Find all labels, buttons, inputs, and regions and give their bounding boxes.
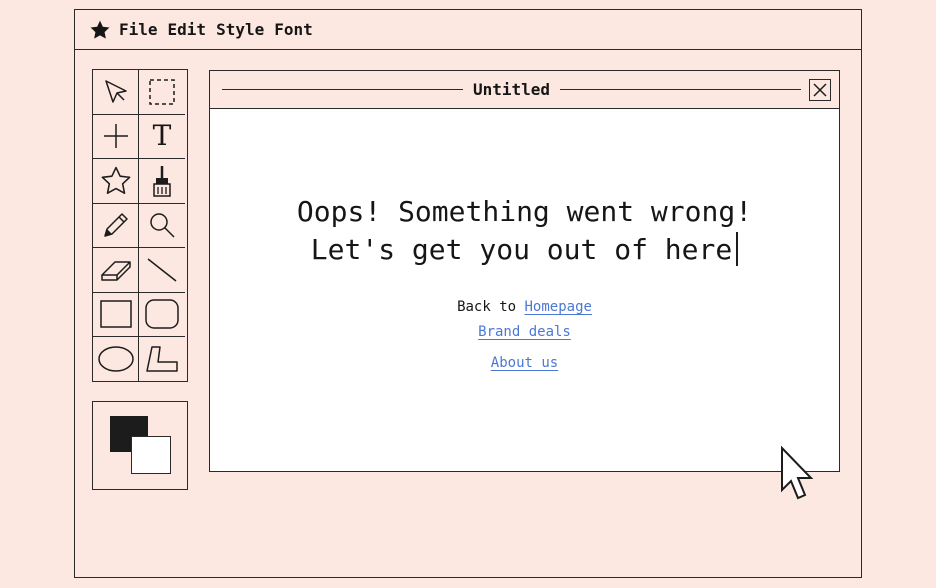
brand-deals-link[interactable]: Brand deals (478, 324, 571, 340)
text-caret (736, 232, 739, 266)
headline-text-1: Oops! Something went wrong! (296, 195, 753, 228)
menu-style[interactable]: Style (216, 20, 264, 39)
menu-font[interactable]: Font (274, 20, 313, 39)
ellipse-icon[interactable] (93, 337, 139, 382)
background-color-swatch[interactable] (131, 436, 171, 474)
color-swatches (92, 401, 188, 490)
brand-deals-line: Brand deals (210, 324, 839, 340)
eraser-icon[interactable] (93, 248, 139, 293)
marquee-select-icon[interactable] (139, 70, 185, 115)
toolbox: T (92, 69, 188, 382)
error-headline-line-2: Let's get you out of here (210, 231, 839, 269)
close-button[interactable] (809, 78, 831, 101)
document-window: Untitled Oops! Something went wrong! Let… (209, 70, 840, 472)
star-shape-icon[interactable] (93, 159, 139, 204)
close-icon (813, 82, 827, 97)
about-us-link[interactable]: About us (491, 355, 558, 371)
text-tool-glyph: T (152, 119, 172, 153)
select-arrow-icon[interactable] (93, 70, 139, 115)
menu-edit[interactable]: Edit (168, 20, 207, 39)
polygon-icon[interactable] (139, 337, 185, 382)
paint-brush-icon[interactable] (139, 159, 185, 204)
back-prefix: Back to (457, 299, 525, 315)
magnifier-icon[interactable] (139, 204, 185, 248)
document-title: Untitled (472, 80, 551, 99)
document-canvas[interactable]: Oops! Something went wrong! Let's get yo… (210, 109, 839, 471)
titlebar-rule-left (222, 89, 463, 90)
app-window: File Edit Style Font T Untitled Oops! So… (74, 9, 862, 578)
document-titlebar[interactable]: Untitled (210, 71, 839, 109)
pencil-icon[interactable] (93, 203, 139, 248)
menu-file[interactable]: File (119, 20, 158, 39)
headline-text-2: Let's get you out of here (310, 233, 733, 266)
rounded-rectangle-icon[interactable] (139, 293, 185, 337)
error-headline-line-1: Oops! Something went wrong! (210, 193, 839, 231)
back-to-homepage-line: Back to Homepage (210, 299, 839, 315)
crosshair-icon[interactable] (93, 114, 139, 159)
mouse-pointer-icon (778, 445, 818, 516)
text-tool-icon[interactable]: T (139, 115, 185, 159)
menubar: File Edit Style Font (75, 10, 861, 50)
titlebar-rule-right (560, 89, 801, 90)
homepage-link[interactable]: Homepage (525, 299, 592, 315)
star-icon[interactable] (89, 19, 111, 41)
rectangle-icon[interactable] (93, 292, 139, 337)
about-us-line: About us (210, 355, 839, 371)
line-icon[interactable] (139, 248, 185, 293)
